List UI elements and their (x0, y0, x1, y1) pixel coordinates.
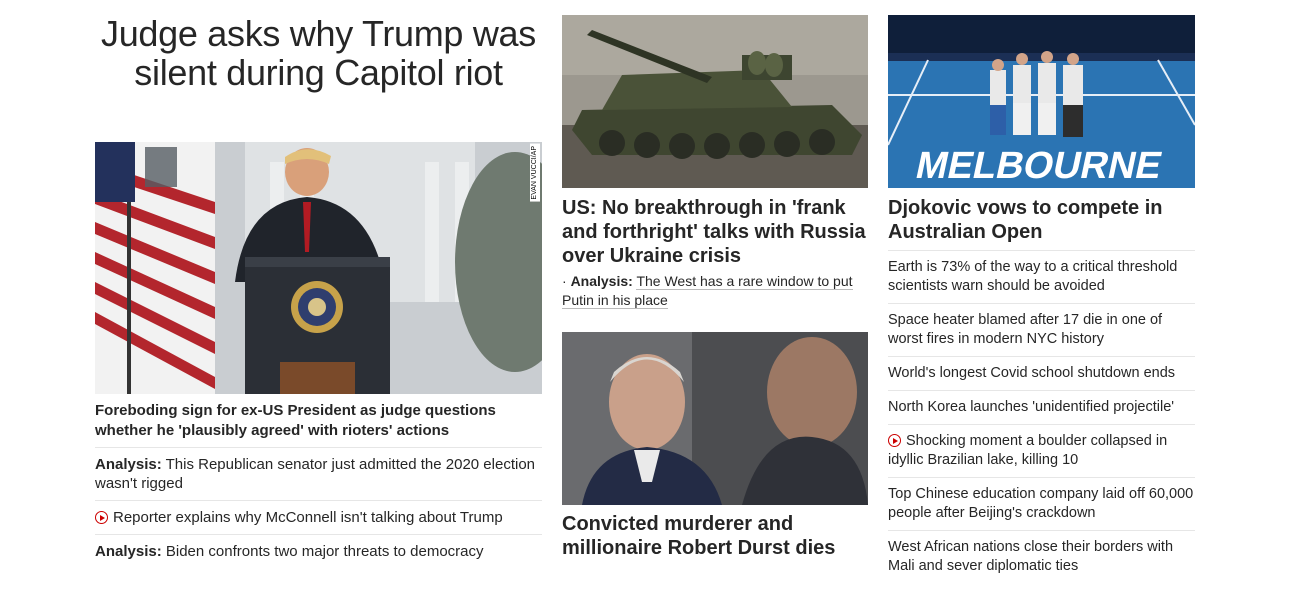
durst-story-image[interactable] (562, 332, 868, 505)
analysis-label: Analysis: (95, 543, 162, 560)
melbourne-court-text: MELBOURNE (912, 144, 1166, 187)
list-item[interactable]: Reporter explains why McConnell isn't ta… (95, 500, 542, 534)
video-play-icon (95, 511, 108, 524)
lead-headline[interactable]: Judge asks why Trump was silent during C… (95, 14, 542, 92)
analysis-label: Analysis: (95, 456, 162, 473)
list-item[interactable]: Shocking moment a boulder collapsed in i… (888, 424, 1195, 477)
list-item[interactable]: Top Chinese education company laid off 6… (888, 477, 1195, 530)
list-item[interactable]: Space heater blamed after 17 die in one … (888, 303, 1195, 356)
robert-durst-photo (562, 332, 868, 505)
djokovic-story-image[interactable]: MELBOURNE (888, 15, 1195, 188)
analysis-label: Analysis: (570, 273, 633, 289)
list-item-text: Biden confronts two major threats to dem… (165, 543, 484, 560)
ukraine-headline[interactable]: US: No breakthrough in 'frank and forthr… (562, 196, 868, 268)
tank-photo (562, 15, 868, 188)
list-item[interactable]: Earth is 73% of the way to a critical th… (888, 250, 1195, 303)
list-item[interactable]: West African nations close their borders… (888, 530, 1195, 583)
lead-story-column: Judge asks why Trump was silent during C… (95, 0, 542, 560)
ukraine-analysis-link[interactable]: · Analysis: The West has a rare window t… (562, 272, 868, 310)
list-item[interactable]: Analysis: This Republican senator just a… (95, 447, 542, 500)
video-play-icon (888, 434, 901, 447)
lead-story-image[interactable]: EVAN VUCCI/AP (95, 142, 542, 394)
list-item-text: Reporter explains why McConnell isn't ta… (113, 509, 503, 526)
list-item[interactable]: North Korea launches 'unidentified proje… (888, 390, 1195, 424)
list-item[interactable]: Analysis: Biden confronts two major thre… (95, 534, 542, 568)
tank-story-image[interactable] (562, 15, 868, 188)
trump-podium-photo (95, 142, 542, 394)
lead-story-caption[interactable]: Foreboding sign for ex-US President as j… (95, 401, 542, 441)
durst-headline[interactable]: Convicted murderer and millionaire Rober… (562, 512, 868, 560)
homepage-news-section: Judge asks why Trump was silent during C… (0, 0, 1290, 603)
djokovic-headline[interactable]: Djokovic vows to compete in Australian O… (888, 196, 1195, 244)
tennis-court-photo: MELBOURNE (888, 15, 1195, 188)
top-stories-list: Earth is 73% of the way to a critical th… (888, 250, 1195, 583)
photo-credit: EVAN VUCCI/AP (530, 144, 540, 202)
list-item[interactable]: World's longest Covid school shutdown en… (888, 356, 1195, 390)
lead-related-list: Analysis: This Republican senator just a… (95, 447, 542, 568)
